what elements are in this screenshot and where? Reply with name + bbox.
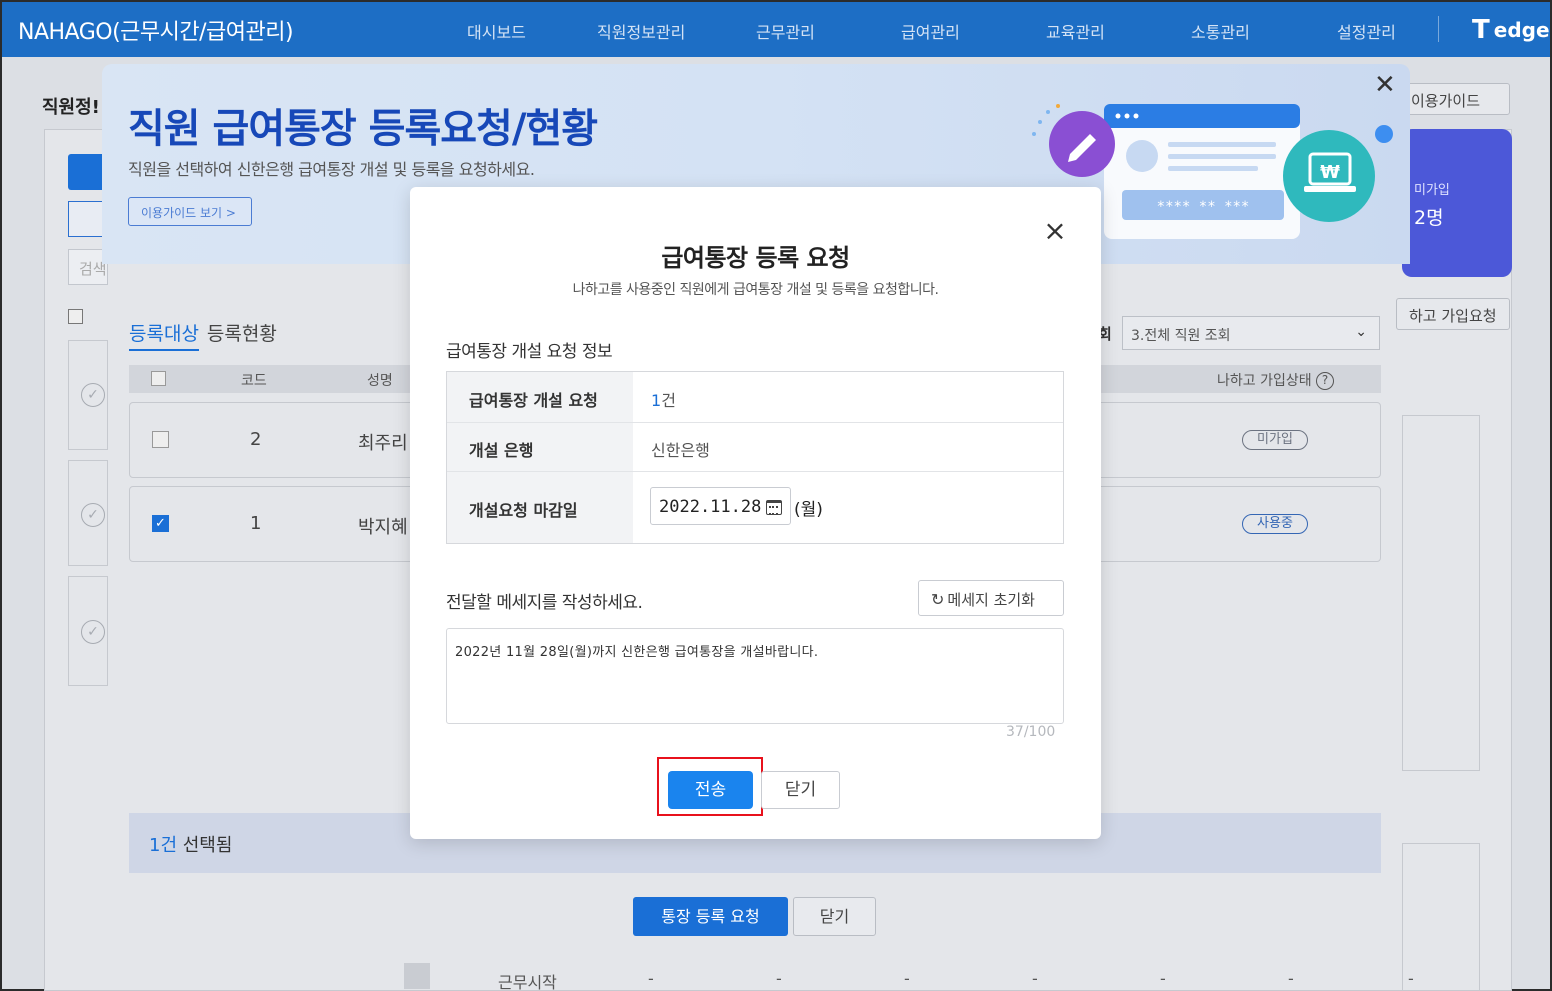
- summary-card-value: 2명: [1414, 207, 1444, 229]
- bottom-row-value: -: [1032, 969, 1038, 988]
- message-label: 전달할 메세지를 작성하세요.: [446, 593, 643, 613]
- help-icon[interactable]: ?: [1316, 372, 1335, 390]
- t-logo-icon: T: [1472, 15, 1490, 45]
- reset-message-label: 메세지 초기화: [947, 591, 1035, 609]
- usage-guide-button[interactable]: 이용가이드: [1396, 83, 1510, 115]
- info-value: 1건: [651, 387, 676, 411]
- close-button[interactable]: 닫기: [761, 771, 840, 809]
- row-checkbox-checked[interactable]: ✓: [152, 515, 169, 532]
- background-close-button[interactable]: 닫기: [793, 897, 876, 936]
- info-label: 개설 은행: [447, 423, 633, 471]
- send-button[interactable]: 전송: [668, 771, 753, 809]
- header-name: 성명: [367, 373, 393, 389]
- row-checkbox[interactable]: [152, 431, 169, 448]
- bottom-row-value: -: [776, 969, 782, 988]
- bottom-row-value: -: [1288, 969, 1294, 988]
- bottom-table-row: 근무시작 - - - - - - -: [404, 963, 1512, 991]
- row-code: 2: [250, 429, 262, 450]
- won-currency-icon: ₩: [1320, 162, 1340, 183]
- bottom-row-label: 근무시작: [498, 973, 557, 991]
- selected-suffix: 선택됨: [182, 835, 233, 856]
- bottom-row-cell: [404, 963, 430, 989]
- nav-work-management[interactable]: 근무관리: [756, 19, 815, 43]
- page-title: 직원정!: [42, 97, 100, 118]
- partner-logo[interactable]: T edge: [1472, 15, 1550, 45]
- left-list-card[interactable]: ✓: [68, 576, 108, 686]
- check-circle-icon: ✓: [81, 383, 105, 407]
- calendar-icon[interactable]: [766, 500, 782, 515]
- check-circle-icon: ✓: [81, 503, 105, 527]
- reset-message-button[interactable]: ↻ 메세지 초기화: [918, 580, 1064, 616]
- row-name: 박지혜: [358, 517, 408, 538]
- summary-card-label: 미가입: [1414, 183, 1450, 198]
- char-count: 37/100: [1006, 724, 1056, 740]
- header-code: 코드: [241, 373, 267, 389]
- nav-divider: [1438, 16, 1439, 42]
- summary-card[interactable]: 미가입 2명: [1402, 129, 1512, 277]
- header-nahago-status: 나하고 가입상태 ?: [1217, 370, 1335, 390]
- bottom-row-value: -: [904, 969, 910, 988]
- nav-employee-info[interactable]: 직원정보관리: [597, 19, 685, 43]
- header-nahago-status-label: 나하고 가입상태: [1217, 373, 1312, 389]
- nav-education[interactable]: 교육관리: [1046, 19, 1105, 43]
- guide-title: 직원 급여통장 등록요청/현황: [128, 106, 598, 152]
- nav-dashboard[interactable]: 대시보드: [467, 19, 526, 43]
- status-badge: 미가입: [1242, 430, 1308, 450]
- modal-subtitle: 나하고를 사용중인 직원에게 급여통장 개설 및 등록을 요청합니다.: [572, 282, 939, 298]
- refresh-icon: ↻: [931, 590, 945, 609]
- bottom-row-value: -: [648, 969, 654, 988]
- bottom-row-value: -: [1160, 969, 1166, 988]
- message-textarea[interactable]: 2022년 11월 28일(월)까지 신한은행 급여통장을 개설바랍니다.: [446, 628, 1064, 724]
- select-all-checkbox[interactable]: [68, 309, 83, 324]
- tab-registration-status[interactable]: 등록현황: [207, 323, 277, 345]
- view-select-value: 3.전체 직원 조회: [1131, 328, 1231, 344]
- view-select[interactable]: 3.전체 직원 조회 ⌄: [1122, 316, 1380, 350]
- guide-subtitle: 직원을 선택하여 신한은행 급여통장 개설 및 등록을 요청하세요.: [128, 160, 535, 179]
- nav-payroll[interactable]: 급여관리: [901, 19, 960, 43]
- left-list-card[interactable]: ✓: [68, 460, 108, 566]
- list-tabs: 등록대상 등록현황: [129, 319, 277, 351]
- nav-settings[interactable]: 설정관리: [1337, 19, 1396, 43]
- row-name: 최주리: [358, 433, 408, 454]
- masked-account-text: **** ** ***: [1157, 199, 1250, 215]
- modal-title: 급여통장 등록 요청: [661, 244, 850, 272]
- account-register-request-button[interactable]: 통장 등록 요청: [633, 897, 788, 936]
- partner-logo-text: edge: [1493, 18, 1550, 42]
- top-navigation-bar: NAHAGO(근무시간/급여관리) 대시보드 직원정보관리 근무관리 급여관리 …: [0, 0, 1552, 57]
- request-info-section-title: 급여통장 개설 요청 정보: [446, 342, 613, 362]
- left-list-card[interactable]: ✓: [68, 340, 108, 450]
- info-label: 급여통장 개설 요청: [447, 372, 633, 422]
- app-brand[interactable]: NAHAGO(근무시간/급여관리): [18, 14, 294, 46]
- bank-name: 신한은행: [651, 441, 710, 460]
- status-badge: 사용중: [1242, 514, 1308, 534]
- selected-count: 1건: [149, 835, 178, 856]
- bottom-row-value: -: [1408, 969, 1414, 988]
- request-count-unit: 건: [661, 391, 676, 410]
- nahago-join-request-button[interactable]: 하고 가입요청: [1396, 298, 1510, 330]
- info-label: 개설요청 마감일: [447, 472, 633, 543]
- request-count-number: 1: [651, 391, 662, 410]
- info-row-bank: 개설 은행 신한은행: [447, 423, 1063, 472]
- row-code: 1: [250, 513, 262, 534]
- nav-communication[interactable]: 소통관리: [1191, 19, 1250, 43]
- right-side-panel: [1402, 415, 1480, 771]
- tab-registration-target[interactable]: 등록대상: [129, 323, 199, 351]
- deadline-weekday: (월): [794, 500, 823, 520]
- chevron-down-icon: ⌄: [1355, 324, 1367, 340]
- guide-view-button[interactable]: 이용가이드 보기 >: [128, 197, 252, 226]
- check-circle-icon: ✓: [81, 620, 105, 644]
- header-checkbox[interactable]: [151, 371, 166, 386]
- info-row-request-count: 급여통장 개설 요청 1건: [447, 372, 1063, 423]
